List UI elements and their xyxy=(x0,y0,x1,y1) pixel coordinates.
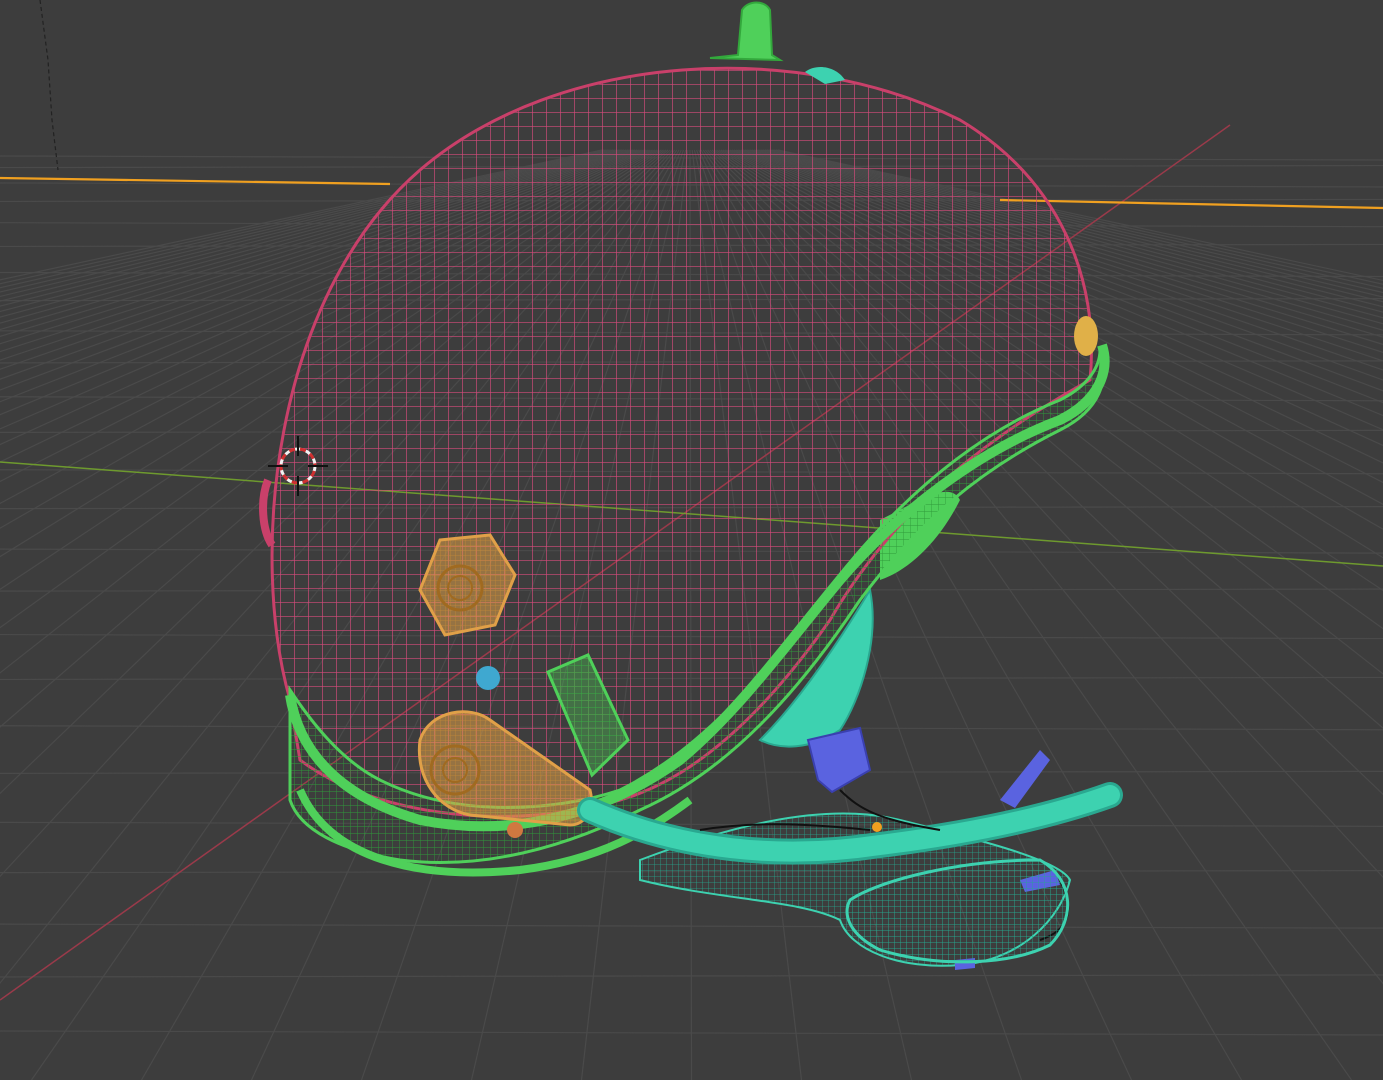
vertical-guide xyxy=(39,0,59,171)
small-knob xyxy=(476,666,500,690)
top-fin xyxy=(709,1,784,62)
side-stud xyxy=(1074,316,1098,356)
3d-viewport[interactable] xyxy=(0,0,1383,1080)
rear-edge xyxy=(259,478,276,548)
light-dot-icon xyxy=(872,822,882,832)
helmet-shell xyxy=(270,66,1093,818)
